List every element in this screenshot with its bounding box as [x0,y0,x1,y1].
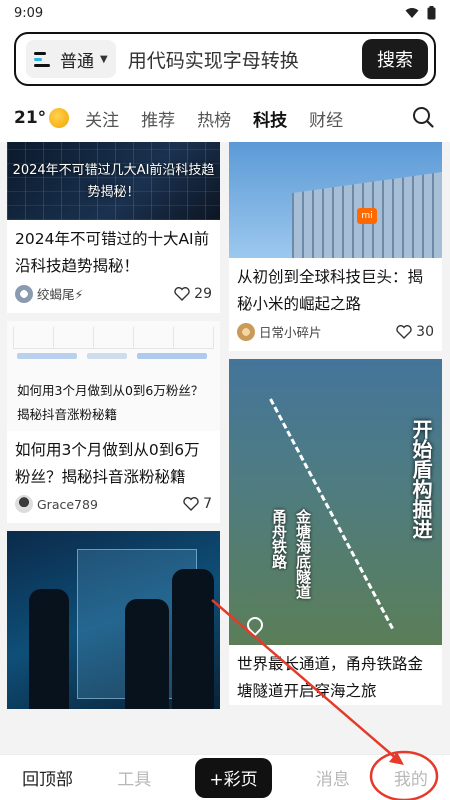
search-bar: 普通 ▼ 用代码实现字母转换 搜索 [14,32,436,86]
author-name: 绞蝎尾⚡ [37,287,84,302]
article-thumbnail: 开始盾构掘进 甬舟铁路 金塘海底隧道 [229,359,442,645]
article-title: 从初创到全球科技巨头：揭秘小米的崛起之路 [237,268,424,313]
like-count: 30 [416,323,434,340]
nav-messages[interactable]: 消息 [316,765,350,790]
article-card[interactable]: 2024年不可错过几大AI前沿科技趋势揭秘！ 2024年不可错过的十大AI前沿科… [7,142,220,313]
article-card[interactable]: 开始盾构掘进 甬舟铁路 金塘海底隧道 世界最长通道，甬舟铁路金塘隧道开启穿海之旅 [229,359,442,705]
feed-column-left: 2024年不可错过几大AI前沿科技趋势揭秘！ 2024年不可错过的十大AI前沿科… [7,142,220,717]
location-pin-icon [243,613,267,637]
author-name: 日常小碎片 [259,325,322,340]
avatar [237,322,255,341]
author-name: Grace789 [37,496,98,512]
nav-me[interactable]: 我的 [394,765,428,790]
sun-icon [49,108,70,128]
create-colorpage-button[interactable]: +彩页 [195,757,272,798]
thumbnail-caption: 开始盾构掘进 [409,419,433,539]
article-card[interactable] [7,531,220,709]
heart-icon [174,286,190,301]
weather-widget[interactable]: 21° [14,108,70,128]
search-mode-selector[interactable]: 普通 ▼ [26,40,116,78]
heart-icon [396,324,412,339]
battery-icon [427,6,436,20]
article-author[interactable]: Grace789 [15,495,98,513]
search-icon[interactable] [412,106,434,128]
search-mode-icon [34,51,54,67]
status-bar: 9:09 [0,0,450,26]
like-count: 29 [194,285,212,302]
like-button[interactable]: 7 [183,496,212,512]
status-time: 9:09 [14,5,44,21]
article-title: 如何用3个月做到从0到6万粉丝？揭秘抖音涨粉秘籍 [15,441,200,486]
article-title: 2024年不可错过的十大AI前沿科技趋势揭秘！ [15,230,210,275]
search-button[interactable]: 搜索 [362,39,428,79]
wifi-icon [405,8,419,18]
tab-tech[interactable]: 科技 [253,106,287,131]
back-to-top-button[interactable]: 回顶部 [22,765,73,790]
article-card[interactable]: 如何用3个月做到从0到6万粉丝？揭秘抖音涨粉秘籍 如何用3个月做到从0到6万粉丝… [7,321,220,523]
article-thumbnail: 如何用3个月做到从0到6万粉丝？揭秘抖音涨粉秘籍 [7,321,220,431]
article-thumbnail: 2024年不可错过几大AI前沿科技趋势揭秘！ [7,142,220,220]
article-thumbnail: mi [229,142,442,258]
heart-icon [183,497,199,511]
avatar [15,495,33,513]
feed-column-right: mi 从初创到全球科技巨头：揭秘小米的崛起之路 日常小碎片 30 开始盾构掘进 … [229,142,442,713]
article-author[interactable]: 日常小碎片 [237,322,322,341]
search-mode-label: 普通 [60,51,94,72]
thumbnail-caption: 甬舟铁路 [270,509,288,569]
tab-hot[interactable]: 热榜 [197,106,231,131]
nav-tools[interactable]: 工具 [117,765,151,790]
xiaomi-logo: mi [357,208,377,224]
bottom-nav: 回顶部 工具 +彩页 消息 我的 [0,754,450,800]
article-card[interactable]: mi 从初创到全球科技巨头：揭秘小米的崛起之路 日常小碎片 30 [229,142,442,351]
article-author[interactable]: 绞蝎尾⚡ [15,284,83,303]
like-button[interactable]: 30 [396,324,434,340]
search-input[interactable]: 用代码实现字母转换 [116,46,362,73]
article-thumbnail [7,531,220,709]
thumbnail-caption: 如何用3个月做到从0到6万粉丝？揭秘抖音涨粉秘籍 [17,383,204,422]
tab-follow[interactable]: 关注 [85,106,119,131]
weather-temperature: 21° [14,108,47,128]
article-feed[interactable]: 2024年不可错过几大AI前沿科技趋势揭秘！ 2024年不可错过的十大AI前沿科… [0,142,450,754]
thumbnail-caption: 2024年不可错过几大AI前沿科技趋势揭秘！ [12,163,215,200]
like-button[interactable]: 29 [174,286,212,302]
tab-finance[interactable]: 财经 [309,106,343,131]
chevron-down-icon: ▼ [100,53,108,65]
tab-recommend[interactable]: 推荐 [141,106,175,131]
like-count: 7 [203,496,212,512]
channel-tabs: 21° 关注 推荐 热榜 科技 财经 [0,100,450,136]
article-title: 世界最长通道，甬舟铁路金塘隧道开启穿海之旅 [237,655,424,700]
avatar [15,284,33,303]
thumbnail-caption: 金塘海底隧道 [294,509,312,599]
